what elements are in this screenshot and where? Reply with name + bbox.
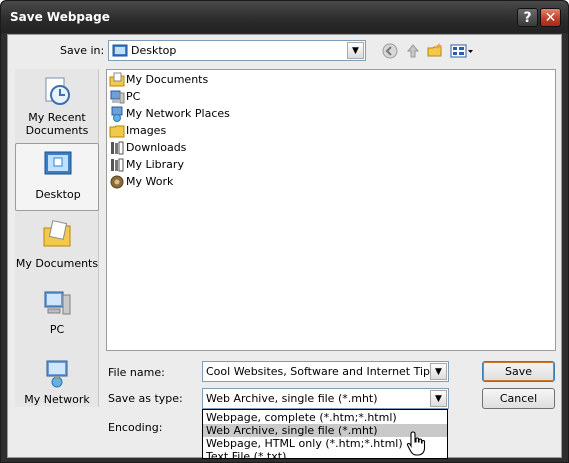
computer-icon bbox=[110, 90, 125, 104]
folder-icon bbox=[109, 125, 125, 138]
file-name-input[interactable]: Cool Websites, Software and Internet Tip… bbox=[202, 361, 449, 382]
place-my-documents[interactable]: My Documents bbox=[15, 215, 99, 283]
dialog-title: Save Webpage bbox=[10, 10, 110, 24]
file-name: My Network Places bbox=[126, 107, 230, 120]
file-name: My Documents bbox=[126, 73, 209, 86]
my-documents-icon bbox=[43, 220, 71, 247]
view-menu-icon[interactable] bbox=[450, 42, 474, 60]
help-button[interactable]: ? bbox=[517, 8, 538, 27]
save-button[interactable]: Save bbox=[482, 361, 555, 382]
dialog-body: Save in: Desktop ▼ My Recent Documents D… bbox=[7, 34, 562, 459]
encoding-label: Encoding: bbox=[108, 421, 163, 434]
place-my-network[interactable]: My Network bbox=[15, 353, 99, 421]
computer-icon bbox=[44, 291, 71, 315]
save-in-label: Save in: bbox=[60, 44, 105, 57]
new-folder-icon[interactable] bbox=[426, 42, 444, 60]
hand-cursor-icon bbox=[406, 431, 426, 456]
place-label: My Recent Documents bbox=[25, 111, 89, 137]
chevron-down-icon[interactable]: ▼ bbox=[430, 390, 447, 407]
file-name: Downloads bbox=[126, 141, 187, 154]
library-icon bbox=[111, 141, 124, 155]
my-documents-icon bbox=[109, 72, 125, 87]
title-bar[interactable]: Save Webpage ? ✕ bbox=[1, 1, 568, 33]
place-label: PC bbox=[49, 323, 65, 336]
save-in-dropdown[interactable]: Desktop ▼ bbox=[108, 40, 366, 61]
file-name: My Library bbox=[126, 158, 184, 171]
place-recent-documents[interactable]: My Recent Documents bbox=[15, 71, 99, 139]
place-pc[interactable]: PC bbox=[15, 283, 99, 351]
save-in-value: Desktop bbox=[131, 44, 177, 57]
up-folder-icon[interactable] bbox=[404, 42, 422, 60]
save-as-type-label: Save as type: bbox=[108, 392, 183, 405]
close-button[interactable]: ✕ bbox=[540, 8, 561, 27]
save-webpage-dialog: Save Webpage ? ✕ Save in: Desktop ▼ My R… bbox=[0, 0, 569, 463]
file-name: PC bbox=[126, 90, 141, 103]
network-icon bbox=[46, 360, 68, 388]
file-name: My Work bbox=[126, 175, 174, 188]
file-name-label: File name: bbox=[108, 366, 165, 379]
chevron-down-icon[interactable]: ▼ bbox=[347, 42, 364, 59]
file-list[interactable]: My Documents PC My Network Places Images… bbox=[106, 69, 556, 351]
file-name: Images bbox=[126, 124, 167, 137]
place-desktop[interactable]: Desktop bbox=[15, 143, 99, 211]
library-icon bbox=[111, 158, 124, 172]
place-label: My Network bbox=[24, 393, 90, 406]
desktop-icon bbox=[112, 44, 128, 57]
cancel-button[interactable]: Cancel bbox=[482, 388, 555, 409]
save-as-type-dropdown[interactable]: Web Archive, single file (*.mht) ▼ bbox=[202, 388, 449, 409]
save-as-type-value: Web Archive, single file (*.mht) bbox=[206, 392, 378, 405]
places-bar: My Recent Documents Desktop My Documents bbox=[15, 69, 99, 407]
recent-documents-icon bbox=[45, 77, 70, 105]
desktop-icon bbox=[44, 151, 72, 175]
place-label: Desktop bbox=[35, 188, 81, 201]
chevron-down-icon[interactable]: ▼ bbox=[430, 363, 447, 380]
work-icon bbox=[110, 175, 124, 189]
network-places-icon bbox=[111, 106, 123, 122]
back-icon[interactable] bbox=[381, 42, 399, 60]
file-name-value: Cool Websites, Software and Internet Tip… bbox=[206, 365, 436, 378]
place-label: My Documents bbox=[15, 257, 99, 270]
type-option[interactable]: Webpage, complete (*.htm;*.html) bbox=[203, 411, 447, 424]
